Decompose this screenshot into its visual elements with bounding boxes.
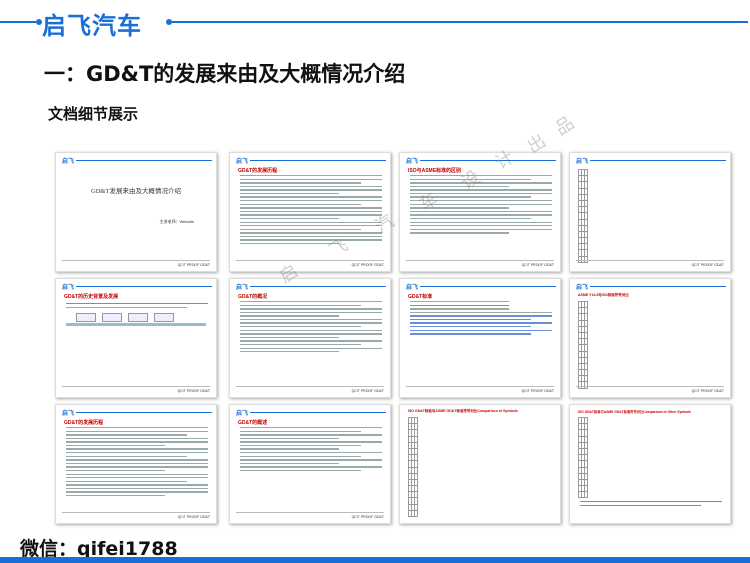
header-rule <box>170 21 748 23</box>
page-footer: QC/T PROOF GD&T <box>351 515 384 519</box>
page-title: GD&T的发展历程 <box>238 168 278 174</box>
page-footer: QC/T PROOF GD&T <box>351 263 384 267</box>
page-logo: 启飞 <box>406 285 419 291</box>
page-footer-rule <box>236 260 384 261</box>
page-footer-rule <box>236 512 384 513</box>
document-page-thumbnail: 启飞 GD&T的发展历程 QC/T PROOF GD&T <box>229 152 391 272</box>
page-header-rule <box>420 160 556 161</box>
document-page-thumbnail: 启飞 GD&T发展来由及大概情况介绍 主讲老师：Website QC/T PRO… <box>55 152 217 272</box>
header-rule-left <box>0 21 36 23</box>
page-header-rule <box>250 286 386 287</box>
document-page-thumbnail: 启飞 GD&T的概述 QC/T PROOF GD&T <box>229 404 391 524</box>
page-title: GD&T的概述 <box>238 420 268 426</box>
page-title: ISO GD&T标准与ASME GD&T标准符号对比Comparison of … <box>578 410 692 414</box>
page-logo: 启飞 <box>62 159 75 165</box>
page-footer-rule <box>62 512 210 513</box>
page-text-block <box>240 175 382 247</box>
document-preview-grid: 启飞 GD&T发展来由及大概情况介绍 主讲老师：Website QC/T PRO… <box>55 113 737 530</box>
page-logo: 启飞 <box>576 285 589 291</box>
page-logo: 启飞 <box>62 411 75 417</box>
page-text-block <box>66 303 208 310</box>
page-footer: QC/T PROOF GD&T <box>691 263 724 267</box>
document-page-thumbnail: 启飞 GD&T标准 QC/T PROOF GD&T <box>399 278 561 398</box>
page-footer: QC/T PROOF GD&T <box>351 389 384 393</box>
document-page-thumbnail: ISO GD&T标准与ASME GD&T标准符号对比Comparison of … <box>399 404 561 524</box>
page-footer-rule <box>62 386 210 387</box>
page-footer-rule <box>406 386 554 387</box>
page-text-block <box>66 427 208 499</box>
page-header-rule <box>420 286 556 287</box>
page-text-block <box>580 501 722 508</box>
page-footer: QC/T PROOF GD&T <box>521 389 554 393</box>
page-logo: 启飞 <box>236 285 249 291</box>
page-footer-rule <box>62 260 210 261</box>
page-title: GD&T的历史背景及发展 <box>64 294 119 300</box>
page-footer-rule <box>236 386 384 387</box>
timeline-bar <box>66 323 206 326</box>
page-title: GD&T标准 <box>408 294 433 300</box>
document-page-thumbnail: 启飞 ASME Y14.5与ISO标准符号对比 QC/T PROOF GD&T <box>569 278 731 398</box>
page-header-rule <box>76 412 212 413</box>
page-footer: QC/T PROOF GD&T <box>177 389 210 393</box>
symbol-table <box>578 168 588 263</box>
page-logo: 启飞 <box>236 411 249 417</box>
header-logo: 启飞汽车 <box>42 12 142 40</box>
document-page-thumbnail: 启飞 GD&T的概况 QC/T PROOF GD&T <box>229 278 391 398</box>
page-header-rule <box>250 412 386 413</box>
page-header-rule <box>76 160 212 161</box>
page-text-block <box>410 301 552 337</box>
page-logo: 启飞 <box>406 159 419 165</box>
symbol-table <box>578 416 588 499</box>
slide-title: 一：GD&T的发展来由及大概情况介绍 <box>44 62 406 86</box>
symbol-table <box>408 416 418 518</box>
document-page-thumbnail: 启飞 GD&T的历史背景及发展 QC/T PROOF GD&T <box>55 278 217 398</box>
page-title: ASME Y14.5与ISO标准符号对比 <box>578 293 629 297</box>
page-logo: 启飞 <box>236 159 249 165</box>
page-header-rule <box>590 286 726 287</box>
page-header-rule <box>76 286 212 287</box>
page-text-block <box>240 427 382 474</box>
page-footer: QC/T PROOF GD&T <box>177 515 210 519</box>
page-title: ISO与ASME标准的区别 <box>408 168 462 174</box>
cover-title: GD&T发展来由及大概情况介绍 <box>91 188 181 195</box>
page-footer: QC/T PROOF GD&T <box>521 263 554 267</box>
page-logo: 启飞 <box>62 285 75 291</box>
section-subtitle: 文档细节展示 <box>48 105 139 123</box>
page-title: ISO GD&T标准与ASME GD&T标准符号对比Comparison of … <box>408 409 518 413</box>
document-page-thumbnail: ISO GD&T标准与ASME GD&T标准符号对比Comparison of … <box>569 404 731 524</box>
page-text-block <box>240 301 382 355</box>
page-footer-rule <box>576 386 724 387</box>
symbol-table <box>578 300 588 389</box>
watermark-char: 品 <box>551 112 578 140</box>
document-page-thumbnail: 启飞 GD&T的发展历程 QC/T PROOF GD&T <box>55 404 217 524</box>
page-title: GD&T的概况 <box>238 294 268 300</box>
cover-author: 主讲老师：Website <box>159 219 194 224</box>
header-dot <box>36 19 42 25</box>
header-dot <box>166 19 172 25</box>
page-title: GD&T的发展历程 <box>64 420 104 426</box>
page-footer: QC/T PROOF GD&T <box>177 263 210 267</box>
page-footer-rule <box>576 260 724 261</box>
document-page-thumbnail: 启飞 QC/T PROOF GD&T <box>569 152 731 272</box>
page-header-rule <box>590 160 726 161</box>
bottom-accent-bar <box>0 557 750 563</box>
page-footer-rule <box>406 260 554 261</box>
page-header-rule <box>250 160 386 161</box>
page-logo: 启飞 <box>576 159 589 165</box>
page-footer: QC/T PROOF GD&T <box>691 389 724 393</box>
